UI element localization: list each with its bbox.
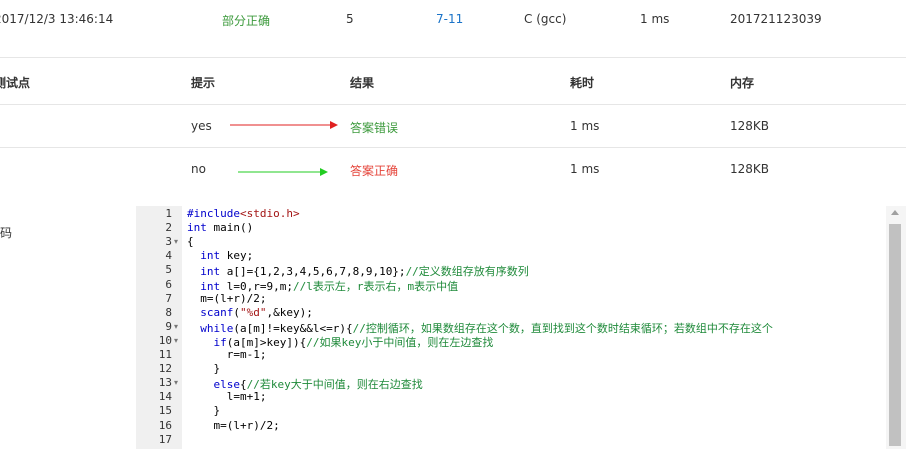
code-line: scanf("%d",&key); xyxy=(200,305,313,319)
problem-link[interactable]: 7-11 xyxy=(436,12,463,26)
scroll-up-arrow-icon[interactable] xyxy=(891,210,899,215)
fold-toggle-icon[interactable]: ▾ xyxy=(174,237,178,246)
line-number-gutter: 123▾456789▾10▾111213▾1415161718 xyxy=(136,206,182,449)
line-number: 15 xyxy=(158,404,172,418)
divider xyxy=(0,104,906,105)
fold-toggle-icon[interactable]: ▾ xyxy=(174,336,178,345)
line-number: 13 xyxy=(158,376,172,390)
line-number: 7 xyxy=(165,291,172,305)
code-line: r=m-1; xyxy=(187,348,267,361)
code-line: } xyxy=(187,362,221,376)
divider xyxy=(0,57,906,58)
header-hint: 提示 xyxy=(191,76,216,90)
header-test-point: 测试点 xyxy=(0,76,31,90)
submission-status[interactable]: 部分正确 xyxy=(222,12,270,29)
submission-runtime: 1 ms xyxy=(640,12,670,26)
line-number: 8 xyxy=(165,305,172,319)
row-time: 1 ms xyxy=(570,162,600,176)
code-line: l=m+1; xyxy=(187,390,267,404)
code-line: m=(l+r)/2; xyxy=(187,291,267,305)
line-number: 4 xyxy=(165,249,172,263)
red-arrow-annotation xyxy=(230,121,338,129)
divider xyxy=(0,147,906,148)
vertical-scrollbar[interactable] xyxy=(886,206,906,449)
scrollbar-thumb[interactable] xyxy=(889,224,901,446)
code-line: int main() xyxy=(187,221,254,235)
header-time: 耗时 xyxy=(570,76,595,90)
row-result: 答案错误 xyxy=(350,121,399,135)
line-number: 3 xyxy=(165,235,172,249)
code-line: #include<stdio.h> xyxy=(187,207,300,220)
header-memory: 内存 xyxy=(730,76,755,90)
line-number: 17 xyxy=(158,432,172,446)
row-memory: 128KB xyxy=(730,162,770,176)
line-number: 16 xyxy=(158,418,172,432)
code-editor[interactable]: 123▾456789▾10▾111213▾1415161718 #include… xyxy=(136,206,906,449)
code-line: m=(l+r)/2; xyxy=(187,418,280,432)
line-number: 10 xyxy=(158,333,172,347)
line-number: 12 xyxy=(158,362,172,376)
fold-toggle-icon[interactable]: ▾ xyxy=(174,378,178,387)
code-line: } xyxy=(187,404,221,418)
row-time: 1 ms xyxy=(570,119,600,133)
submission-score: 5 xyxy=(346,12,354,26)
line-number: 14 xyxy=(158,390,172,404)
submission-compiler: C (gcc) xyxy=(524,12,567,26)
header-result: 结果 xyxy=(350,76,375,90)
line-number: 1 xyxy=(165,207,172,220)
line-number: 2 xyxy=(165,221,172,235)
line-number: 6 xyxy=(165,277,172,291)
code-line: int key; xyxy=(200,249,254,263)
line-number: 5 xyxy=(165,263,172,277)
submission-user: 201721123039 xyxy=(730,12,822,26)
row-hint: yes xyxy=(191,119,212,133)
line-number: 9 xyxy=(165,319,172,333)
row-hint: no xyxy=(191,162,206,176)
green-arrow-annotation xyxy=(238,168,328,176)
code-line: { xyxy=(187,235,194,249)
fold-toggle-icon[interactable]: ▾ xyxy=(174,322,178,331)
code-section-label: 代码 xyxy=(0,226,13,240)
submission-time: 2017/12/3 13:46:14 xyxy=(0,12,114,26)
line-number: 11 xyxy=(158,348,172,361)
row-result: 答案正确 xyxy=(350,164,399,178)
row-memory: 128KB xyxy=(730,119,770,133)
